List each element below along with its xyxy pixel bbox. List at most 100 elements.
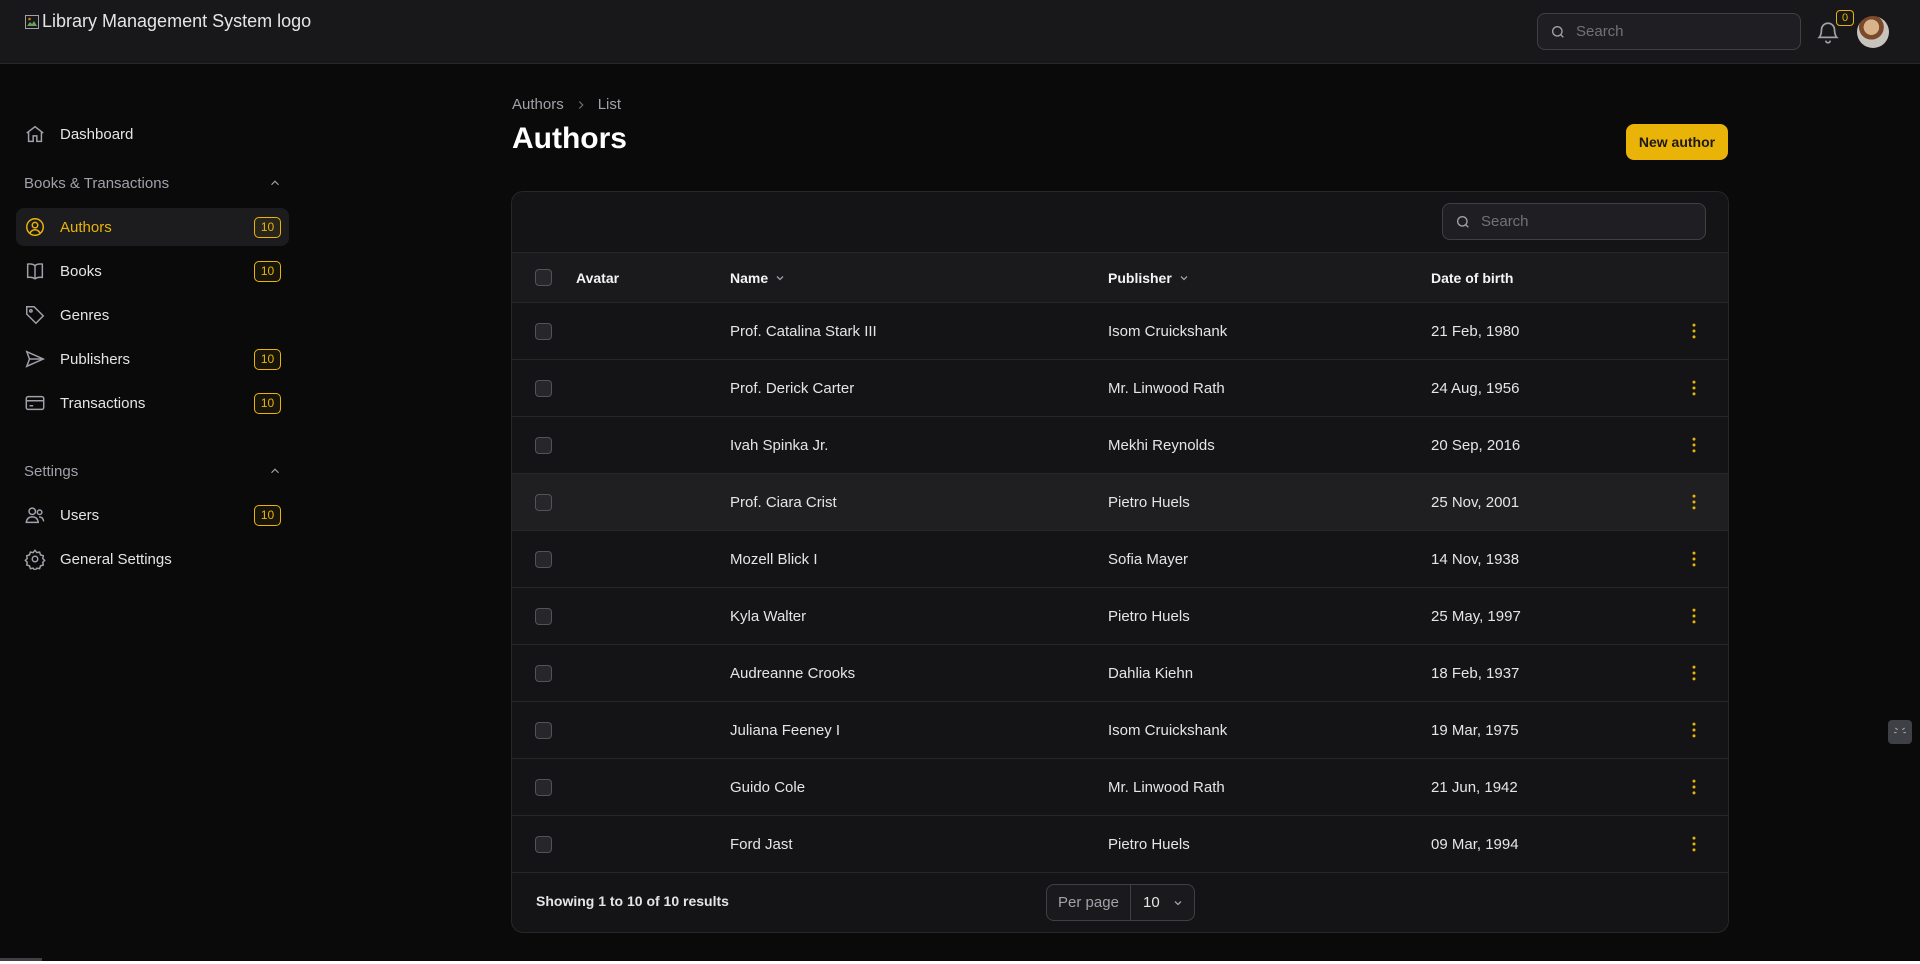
select-all-checkbox[interactable] xyxy=(535,269,552,286)
publisher-name: Dahlia Kiehn xyxy=(1108,664,1194,682)
per-page-value: 10 xyxy=(1143,894,1160,911)
sidebar-item-label: General Settings xyxy=(60,550,172,568)
gear-icon xyxy=(24,549,46,570)
users-icon xyxy=(25,507,45,524)
author-name[interactable]: Ford Jast xyxy=(730,836,793,853)
more-actions-icon[interactable] xyxy=(1684,834,1704,854)
more-actions-icon[interactable] xyxy=(1684,378,1704,398)
table-search[interactable] xyxy=(1442,203,1706,240)
results-summary: Showing 1 to 10 of 10 results xyxy=(536,893,729,909)
debug-toolbar-toggle[interactable] xyxy=(1888,720,1912,744)
column-header-name[interactable]: Name xyxy=(730,253,786,302)
column-header-publisher[interactable]: Publisher xyxy=(1108,253,1190,302)
notification-count-badge: 0 xyxy=(1836,10,1854,26)
date-of-birth: 21 Jun, 1942 xyxy=(1431,778,1518,796)
author-name[interactable]: Kyla Walter xyxy=(730,608,806,625)
book-icon xyxy=(26,263,44,280)
row-checkbox[interactable] xyxy=(535,322,552,340)
app-logo[interactable]: Library Management System logo xyxy=(24,11,311,32)
sidebar-item-users[interactable]: Users 10 xyxy=(16,496,289,534)
author-name[interactable]: Ivah Spinka Jr. xyxy=(730,437,828,454)
sidebar-item-genres[interactable]: Genres xyxy=(16,296,289,334)
author-name[interactable]: Guido Cole xyxy=(730,779,805,796)
search-icon xyxy=(1457,215,1469,228)
more-actions-icon[interactable] xyxy=(1684,321,1704,341)
author-name[interactable]: Prof. Derick Carter xyxy=(730,380,854,397)
row-checkbox[interactable] xyxy=(535,835,552,853)
home-icon xyxy=(26,125,44,143)
table-toolbar xyxy=(512,192,1728,253)
search-icon xyxy=(1552,25,1564,38)
table-row[interactable]: Prof. Ciara Crist Pietro Huels 25 Nov, 200… xyxy=(512,474,1728,531)
new-author-button[interactable]: New author xyxy=(1626,124,1728,160)
more-actions-icon[interactable] xyxy=(1684,663,1704,683)
sidebar-item-dashboard[interactable]: Dashboard xyxy=(16,115,289,153)
date-of-birth: 24 Aug, 1956 xyxy=(1431,379,1520,397)
paper-plane-icon xyxy=(25,350,46,368)
publisher-name: Mr. Linwood Rath xyxy=(1108,379,1225,397)
author-name[interactable]: Mozell Blick I xyxy=(730,551,818,568)
row-checkbox[interactable] xyxy=(535,721,552,739)
global-search[interactable] xyxy=(1537,13,1801,50)
table-row[interactable]: Prof. Catalina Stark III Isom Cruickshank… xyxy=(512,303,1728,360)
row-checkbox[interactable] xyxy=(535,664,552,682)
sidebar-item-label: Transactions xyxy=(60,394,146,412)
row-checkbox[interactable] xyxy=(535,550,552,568)
sidebar-item-books[interactable]: Books 10 xyxy=(16,252,289,290)
more-actions-icon[interactable] xyxy=(1684,492,1704,512)
more-actions-icon[interactable] xyxy=(1684,777,1704,797)
row-checkbox[interactable] xyxy=(535,379,552,397)
per-page-label: Per page xyxy=(1047,885,1131,920)
chevron-up-icon xyxy=(271,468,279,474)
date-of-birth: 20 Sep, 2016 xyxy=(1431,436,1521,454)
sidebar-item-label: Users xyxy=(60,506,100,524)
count-badge: 10 xyxy=(254,217,281,238)
breadcrumb-authors[interactable]: Authors xyxy=(512,96,564,113)
sidebar-item-authors[interactable]: Authors 10 xyxy=(16,208,289,246)
table-row[interactable]: Guido Cole Mr. Linwood Rath 21 Jun, 1942 xyxy=(512,759,1728,816)
author-name[interactable]: Audreanne Crooks xyxy=(730,665,855,682)
table-row[interactable]: Kyla Walter Pietro Huels 25 May, 1997 xyxy=(512,588,1728,645)
sidebar-item-label: Publishers xyxy=(60,350,131,368)
sidebar-item-transactions[interactable]: Transactions 10 xyxy=(16,384,289,422)
table-row[interactable]: Ivah Spinka Jr. Mekhi Reynolds 20 Sep, 201… xyxy=(512,417,1728,474)
count-badge: 10 xyxy=(254,261,281,282)
table-row[interactable]: Ford Jast Pietro Huels 09 Mar, 1994 xyxy=(512,816,1728,873)
count-badge: 10 xyxy=(254,349,281,370)
more-actions-icon[interactable] xyxy=(1684,720,1704,740)
per-page-select[interactable]: 10 xyxy=(1131,885,1194,920)
table-row[interactable]: Prof. Derick Carter Mr. Linwood Rath 24 Au… xyxy=(512,360,1728,417)
group-settings[interactable]: Settings xyxy=(24,459,282,483)
count-badge: 10 xyxy=(254,505,281,526)
credit-card-icon xyxy=(25,395,45,411)
row-checkbox[interactable] xyxy=(535,493,552,511)
date-of-birth: 21 Feb, 1980 xyxy=(1431,322,1520,340)
top-bar: Library Management System logo 0 xyxy=(0,0,1920,64)
publisher-name: Isom Cruickshank xyxy=(1108,322,1228,340)
group-books-transactions[interactable]: Books & Transactions xyxy=(24,171,282,195)
sidebar-item-label: Books xyxy=(60,262,102,280)
author-name[interactable]: Prof. Catalina Stark III xyxy=(730,323,877,340)
author-name[interactable]: Prof. Ciara Crist xyxy=(730,494,837,511)
user-avatar[interactable] xyxy=(1857,16,1889,48)
row-checkbox[interactable] xyxy=(535,607,552,625)
more-actions-icon[interactable] xyxy=(1684,549,1704,569)
table-row[interactable]: Juliana Feeney I Isom Cruickshank 19 Mar, … xyxy=(512,702,1728,759)
breadcrumb: Authors List xyxy=(512,96,621,113)
more-actions-icon[interactable] xyxy=(1684,435,1704,455)
sidebar-item-general-settings[interactable]: General Settings xyxy=(16,540,289,578)
date-of-birth: 18 Feb, 1937 xyxy=(1431,664,1520,682)
table-search-input[interactable] xyxy=(1481,213,1681,230)
author-name[interactable]: Juliana Feeney I xyxy=(730,722,840,739)
more-actions-icon[interactable] xyxy=(1684,606,1704,626)
authors-table: Avatar Name Publisher Date of birth Prof… xyxy=(511,191,1729,933)
row-checkbox[interactable] xyxy=(535,436,552,454)
publisher-name: Sofia Mayer xyxy=(1108,550,1189,568)
sidebar-item-publishers[interactable]: Publishers 10 xyxy=(16,340,289,378)
table-row[interactable]: Audreanne Crooks Dahlia Kiehn 18 Feb, 1937 xyxy=(512,645,1728,702)
global-search-input[interactable] xyxy=(1576,23,1776,40)
date-of-birth: 25 May, 1997 xyxy=(1431,607,1521,625)
sidebar-item-label: Genres xyxy=(60,306,110,324)
row-checkbox[interactable] xyxy=(535,778,552,796)
table-row[interactable]: Mozell Blick I Sofia Mayer 14 Nov, 1938 xyxy=(512,531,1728,588)
